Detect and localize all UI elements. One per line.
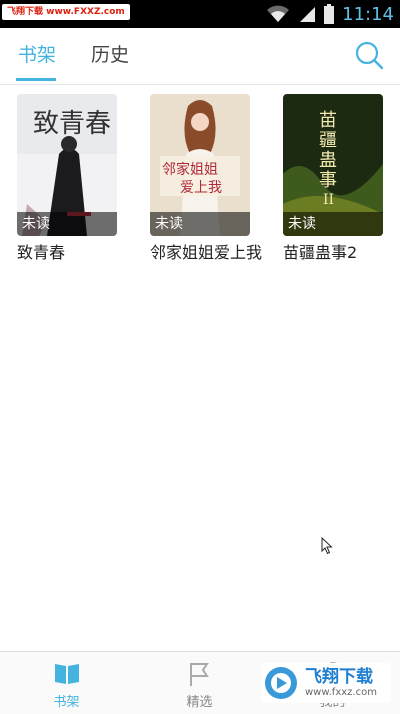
book-open-icon: [55, 664, 79, 684]
unread-badge: 未读: [17, 212, 117, 236]
svg-text:事: 事: [319, 170, 337, 191]
svg-text:爱上我: 爱上我: [180, 180, 222, 196]
status-bar: 飞翔下载 www.FXXZ.com 11:14: [0, 0, 400, 28]
svg-text:蛊: 蛊: [319, 150, 337, 171]
book-item[interactable]: 邻家姐姐 爱上我 未读 邻家姐姐爱上我: [150, 94, 262, 263]
cover-title-text: 致青春: [33, 109, 111, 139]
book-cover[interactable]: 苗 疆 蛊 事 II 未读: [283, 94, 383, 236]
book-cover[interactable]: 致青春 未读: [17, 94, 117, 236]
cover-title-text: 苗: [319, 110, 337, 131]
tab-bookshelf[interactable]: 书架: [18, 28, 56, 82]
top-tab-bar: 书架 历史: [0, 28, 400, 85]
search-icon[interactable]: [354, 40, 384, 70]
mouse-cursor-icon: [321, 537, 333, 555]
nav-bookshelf[interactable]: 书架: [0, 652, 133, 714]
watermark-url: www.fxxz.com: [305, 687, 377, 698]
clock: 11:14: [342, 3, 394, 25]
status-icons: 11:14: [266, 0, 394, 28]
nav-label: 精选: [186, 695, 213, 710]
unread-badge: 未读: [150, 212, 250, 236]
book-cover[interactable]: 邻家姐姐 爱上我 未读: [150, 94, 250, 236]
nav-featured[interactable]: 精选: [133, 652, 266, 714]
active-tab-indicator: [16, 78, 56, 81]
book-title: 邻家姐姐爱上我: [150, 243, 263, 262]
cover-title-text: 邻家姐姐: [162, 161, 218, 178]
signal-icon: [300, 7, 316, 22]
wifi-icon: [267, 5, 290, 22]
book-title: 苗疆蛊事2: [283, 243, 358, 262]
book-item[interactable]: 苗 疆 蛊 事 II 未读 苗疆蛊事2: [283, 94, 383, 263]
watermark-logo: 飞翔下载 www.fxxz.com: [261, 663, 391, 703]
watermark-logo-icon: [265, 667, 297, 699]
nav-label: 书架: [53, 695, 80, 710]
watermark-badge: 飞翔下载 www.FXXZ.com: [2, 4, 130, 20]
watermark-brand: 飞翔下载: [305, 667, 373, 687]
unread-badge: 未读: [283, 212, 383, 236]
flag-icon: [190, 663, 209, 686]
tab-history[interactable]: 历史: [91, 28, 129, 82]
book-title: 致青春: [17, 243, 66, 262]
svg-text:疆: 疆: [319, 130, 337, 151]
book-item[interactable]: 致青春 未读 致青春: [17, 94, 117, 263]
battery-icon: [324, 4, 335, 24]
svg-text:II: II: [323, 192, 334, 208]
